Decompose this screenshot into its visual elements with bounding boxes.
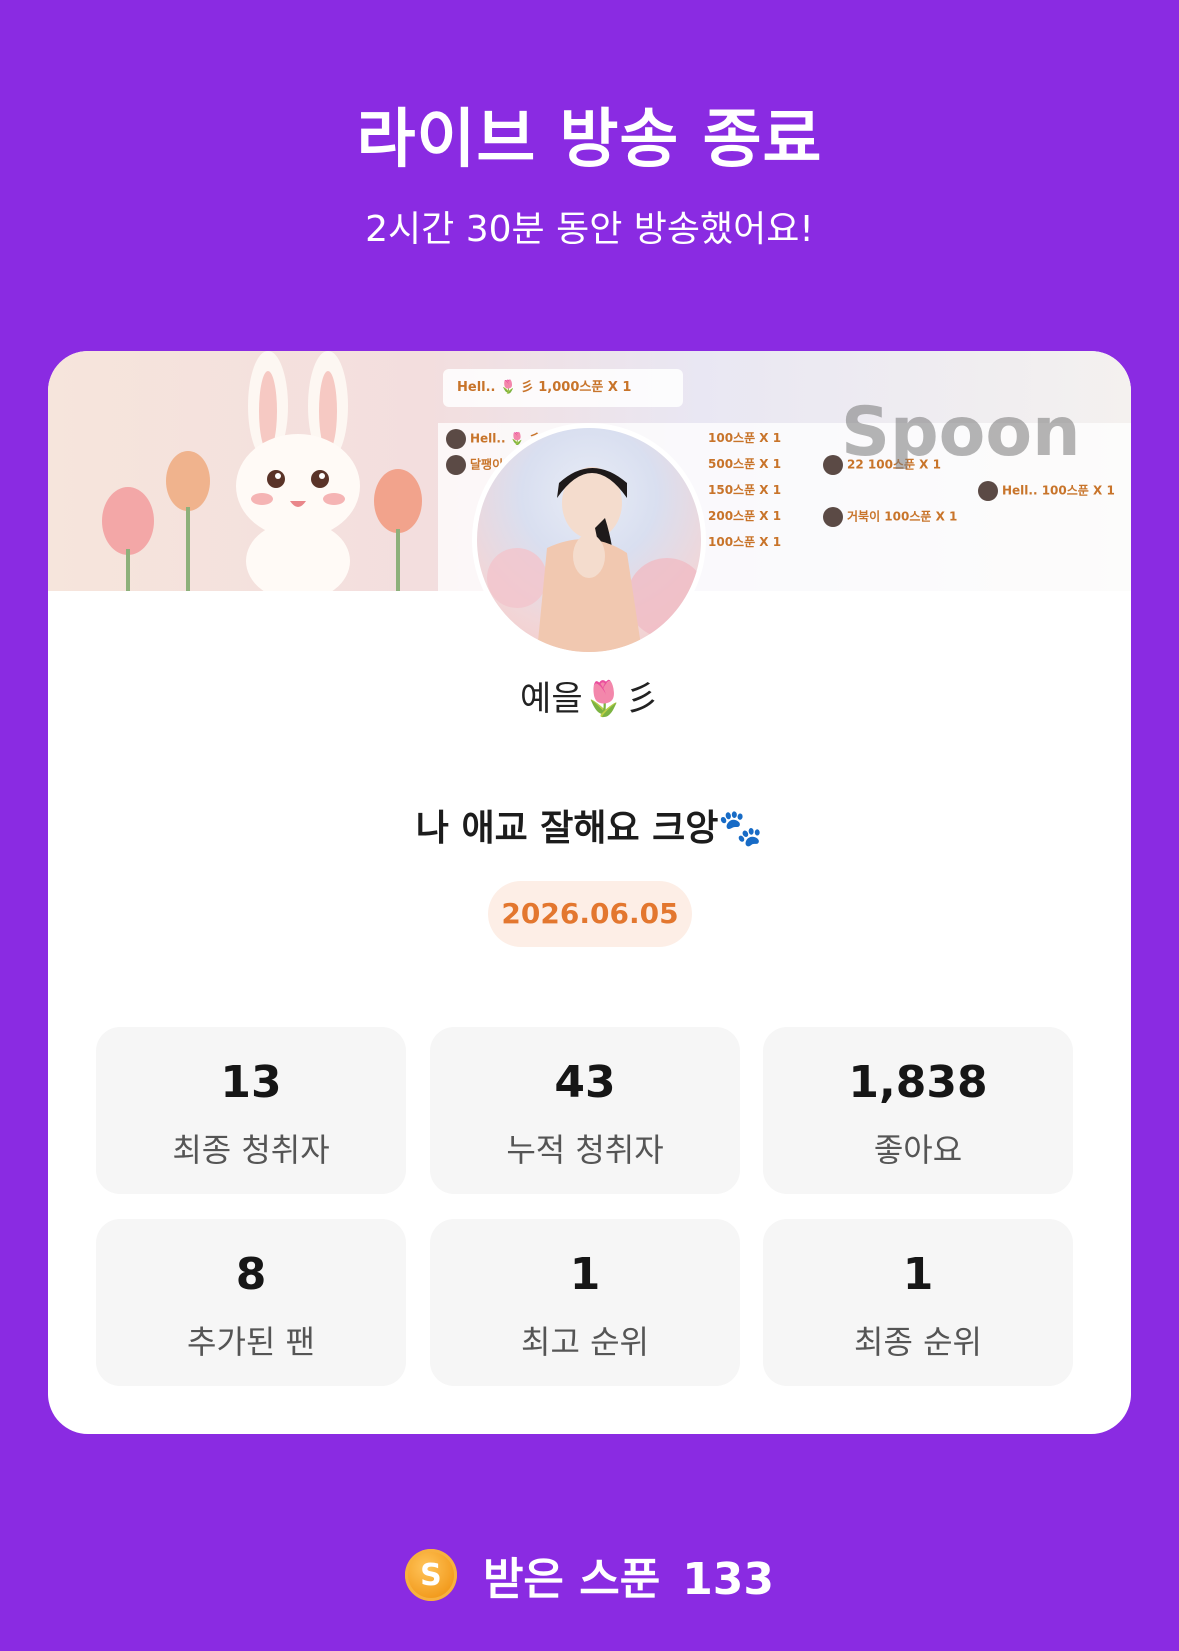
broadcast-date-badge: 2026.06.05 — [488, 881, 692, 947]
page-title: 라이브 방송 종료 — [356, 103, 823, 177]
profile-photo — [487, 467, 701, 652]
stat-value: 8 — [235, 1249, 267, 1300]
stat-final-listeners: 13 최종 청취자 — [96, 1027, 406, 1194]
spoon-watermark: Spoon — [841, 393, 1081, 472]
received-spoons-count: 133 — [682, 1554, 775, 1605]
stat-label: 누적 청취자 — [506, 1131, 664, 1169]
feed-row: 100스푼 X 1 — [708, 535, 782, 549]
stat-label: 추가된 팬 — [187, 1323, 315, 1361]
feed-row: 100스푼 X 1 — [708, 431, 782, 445]
stat-label: 최고 순위 — [521, 1323, 649, 1361]
feed-row: Hell.. 100스푼 X 1 — [978, 481, 1115, 503]
stat-label: 최종 청취자 — [172, 1131, 330, 1169]
bunny-illustration — [236, 351, 360, 591]
summary-card: Hell.. 🌷 彡 1,000스푼 X 1 Hell.. 🌷 彡 달팽이 10… — [48, 351, 1131, 1434]
stat-value: 1 — [902, 1249, 934, 1300]
stat-value: 1,838 — [848, 1057, 988, 1108]
live-title: 나 애교 잘해요 크앙🐾 — [415, 808, 764, 849]
received-spoons-text: 받은 스푼 133 — [483, 1543, 774, 1607]
avatar — [472, 423, 706, 657]
spoon-coin-icon: S — [404, 1549, 457, 1601]
gift-feed-top: Hell.. 🌷 彡 1,000스푼 X 1 — [443, 369, 683, 407]
stat-label: 최종 순위 — [854, 1323, 982, 1361]
stat-value: 1 — [569, 1249, 601, 1300]
feed-row: 500스푼 X 1 — [708, 457, 782, 471]
received-spoons-label: 받은 스푼 — [482, 1554, 661, 1605]
stat-new-fans: 8 추가된 팬 — [96, 1219, 406, 1386]
streamer-nickname: 예을🌷彡 — [520, 679, 659, 719]
feed-row: 거북이 100스푼 X 1 — [823, 507, 957, 529]
stat-total-listeners: 43 누적 청취자 — [430, 1027, 740, 1194]
stat-final-rank: 1 최종 순위 — [763, 1219, 1073, 1386]
stat-value: 13 — [220, 1057, 282, 1108]
stat-likes: 1,838 좋아요 — [763, 1027, 1073, 1194]
stat-label: 좋아요 — [873, 1131, 963, 1169]
broadcast-duration: 2시간 30분 동안 방송했어요! — [365, 209, 814, 250]
received-spoons: S 받은 스푼 133 — [0, 1545, 1179, 1605]
feed-row: 150스푼 X 1 — [708, 483, 782, 497]
feed-row: 200스푼 X 1 — [708, 509, 782, 523]
stat-value: 43 — [554, 1057, 616, 1108]
stat-best-rank: 1 최고 순위 — [430, 1219, 740, 1386]
